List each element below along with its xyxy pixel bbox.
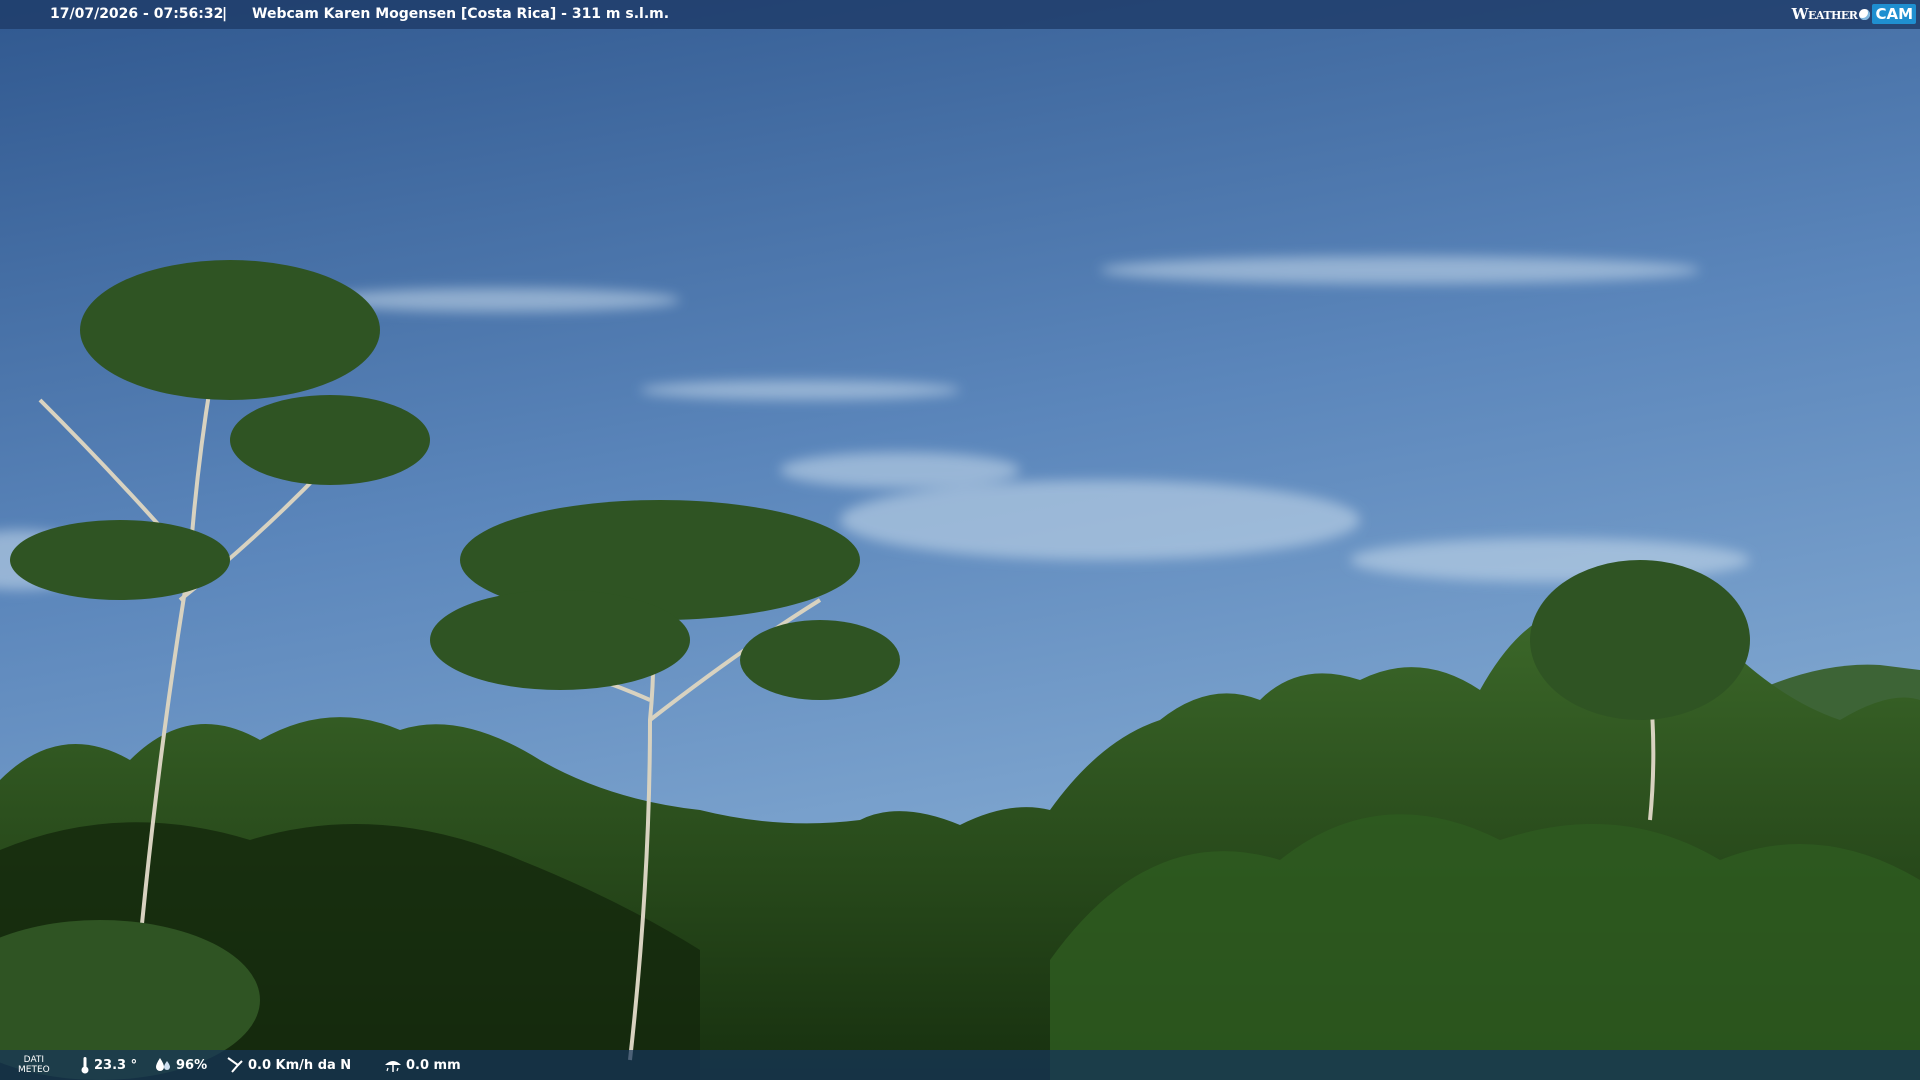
top-info-bar: 17/07/2026 - 07:56:32 | Webcam Karen Mog… <box>0 0 1920 29</box>
weathercam-logo[interactable]: Weather CAM <box>1792 3 1916 25</box>
humidity-reading: 96% <box>154 1050 207 1080</box>
wind-reading: 0.0 Km/h da N <box>226 1050 351 1080</box>
weather-data-label: DATI METEO <box>18 1055 50 1075</box>
globe-icon <box>1859 8 1871 20</box>
temperature-value: 23.3 ° <box>94 1057 138 1073</box>
humidity-value: 96% <box>176 1057 208 1073</box>
timestamp: 17/07/2026 - 07:56:32 <box>50 6 224 22</box>
rain-value: 0.0 mm <box>406 1057 461 1073</box>
header-separator: | <box>222 6 228 22</box>
humidity-icon <box>156 1058 170 1071</box>
temperature-reading: 23.3 ° <box>80 1050 137 1080</box>
wind-value: 0.0 Km/h da N <box>248 1057 352 1073</box>
logo-cam-text: CAM <box>1872 4 1916 24</box>
rain-reading: 0.0 mm <box>384 1050 461 1080</box>
webcam-scene <box>0 0 1920 1080</box>
logo-weather-text: Weather <box>1791 5 1858 23</box>
wind-icon <box>227 1057 243 1073</box>
rain-icon <box>385 1061 401 1072</box>
thermometer-icon <box>81 1057 89 1074</box>
webcam-title: Webcam Karen Mogensen [Costa Rica] - 311… <box>252 6 670 22</box>
weather-data-bar: DATI METEO 23.3 ° 96% 0.0 Km/h da N 0.0 … <box>0 1050 1920 1080</box>
